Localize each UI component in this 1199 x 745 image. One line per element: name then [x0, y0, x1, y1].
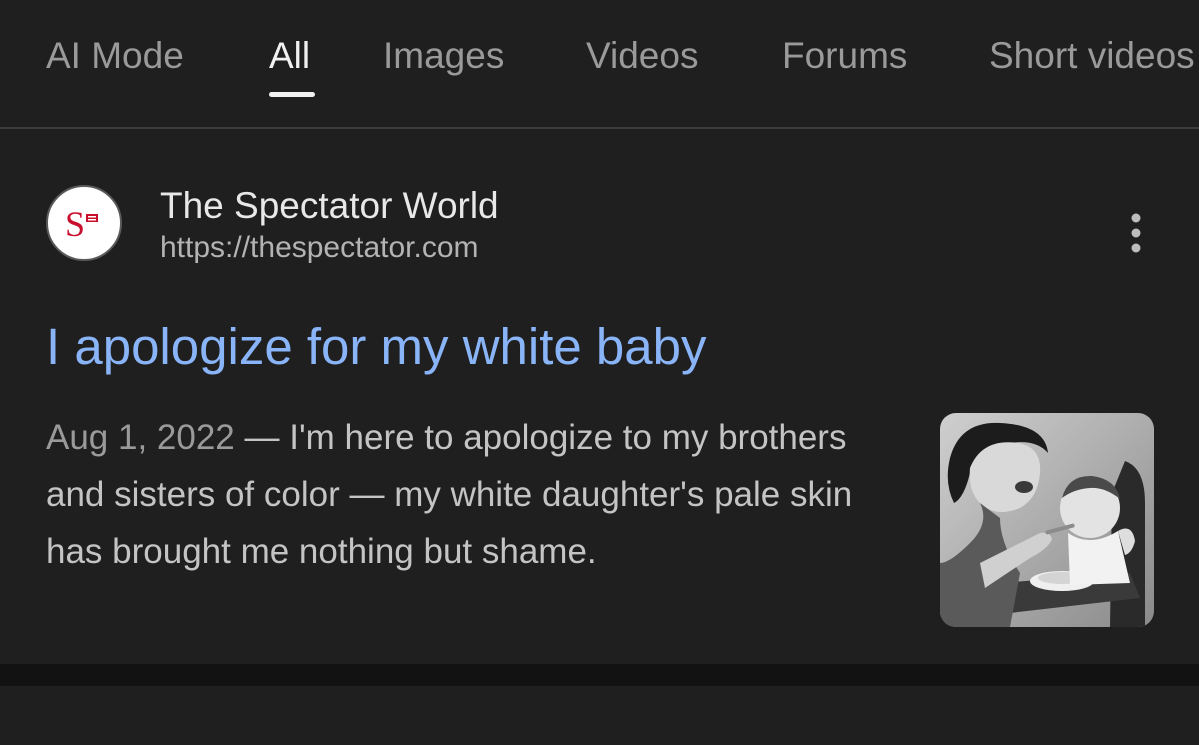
spectator-s-logo-icon: S [65, 204, 98, 244]
search-result: S The Spectator World https://thespectat… [0, 129, 1199, 664]
search-tabs-bar: AI Mode All Images Videos Forums Short v… [0, 0, 1199, 129]
tab-ai-mode[interactable]: AI Mode [46, 34, 184, 78]
svg-text:S: S [65, 204, 85, 244]
site-favicon[interactable]: S [46, 185, 122, 261]
tab-short-videos[interactable]: Short videos [989, 34, 1195, 78]
mother-feeding-baby-photo-icon [940, 413, 1154, 627]
tab-forums[interactable]: Forums [782, 34, 907, 78]
result-title-link[interactable]: I apologize for my white baby [46, 317, 707, 377]
tab-images[interactable]: Images [383, 34, 504, 78]
result-separator-band [0, 664, 1199, 686]
more-vertical-icon [1131, 213, 1141, 253]
next-result-area [0, 686, 1199, 745]
active-tab-indicator [269, 92, 315, 97]
more-options-button[interactable] [1118, 211, 1154, 255]
site-name[interactable]: The Spectator World [160, 185, 499, 227]
result-date: Aug 1, 2022 [46, 418, 235, 457]
result-snippet: Aug 1, 2022 — I'm here to apologize to m… [46, 409, 876, 580]
tab-videos[interactable]: Videos [586, 34, 698, 78]
snippet-separator: — [234, 418, 290, 457]
tab-all[interactable]: All [269, 34, 310, 78]
site-url[interactable]: https://thespectator.com [160, 230, 479, 266]
result-thumbnail[interactable] [940, 413, 1154, 627]
